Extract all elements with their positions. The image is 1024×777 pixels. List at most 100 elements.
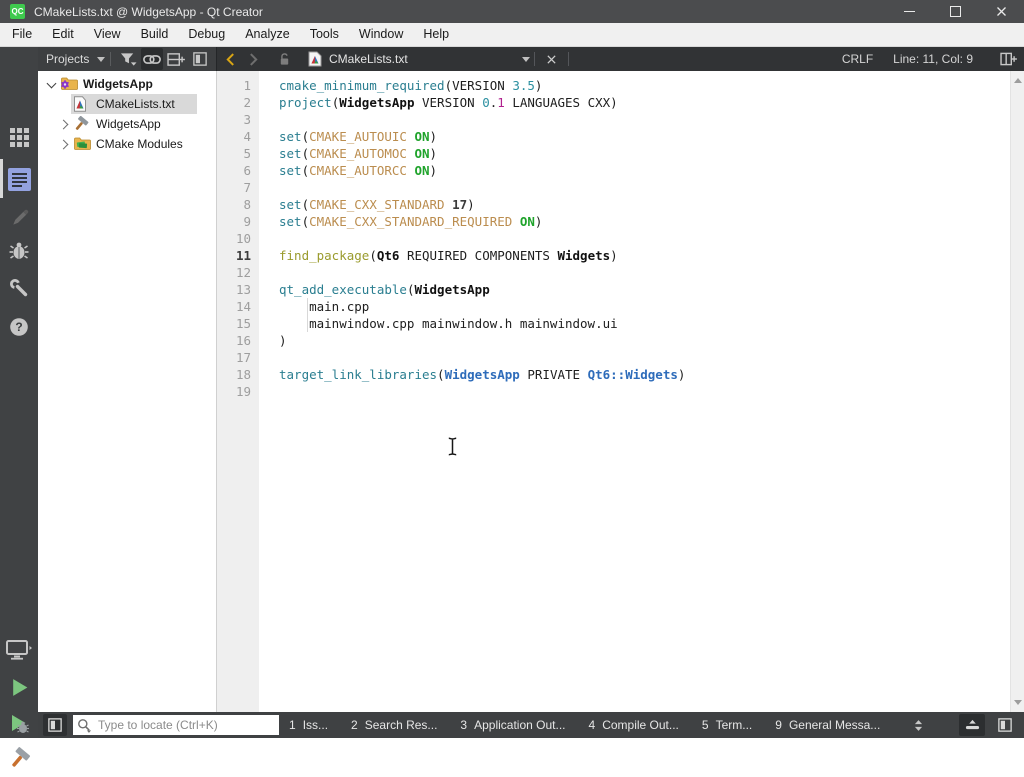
menu-item-build[interactable]: Build	[131, 23, 179, 46]
code-line[interactable]: mainwindow.cpp mainwindow.h mainwindow.u…	[279, 315, 1010, 332]
cursor-position-indicator[interactable]: Line: 11, Col: 9	[893, 52, 973, 66]
code-line[interactable]: set(CMAKE_AUTORCC ON)	[279, 162, 1010, 179]
tree-item-widgetsapp[interactable]: WidgetsApp	[38, 74, 216, 94]
code-line[interactable]: set(CMAKE_AUTOMOC ON)	[279, 145, 1010, 162]
app-grid-icon	[10, 128, 29, 147]
code-line[interactable]	[279, 230, 1010, 247]
forward-chevron-icon	[249, 53, 258, 66]
mode-welcome-button[interactable]	[0, 118, 38, 156]
mode-projects-button[interactable]	[0, 269, 38, 307]
maximize-button[interactable]	[932, 0, 978, 23]
code-line[interactable]: qt_add_executable(WidgetsApp	[279, 281, 1010, 298]
maximize-output-pane-button[interactable]	[959, 714, 985, 736]
link-with-editor-button[interactable]	[141, 48, 163, 70]
tree-item-label: CMakeLists.txt	[96, 97, 175, 111]
chevron-right-icon[interactable]	[58, 139, 68, 149]
line-number: 7	[217, 179, 259, 196]
debug-play-icon	[8, 713, 30, 735]
output-tab-number: 9	[775, 718, 782, 732]
code-line[interactable]: target_link_libraries(WidgetsApp PRIVATE…	[279, 366, 1010, 383]
edit-mode-icon	[8, 168, 31, 191]
minimize-button[interactable]	[886, 0, 932, 23]
locator-input[interactable]	[96, 717, 275, 733]
menu-item-edit[interactable]: Edit	[42, 23, 84, 46]
open-document-tab[interactable]: CMakeLists.txt	[308, 51, 530, 67]
build-button[interactable]	[0, 739, 38, 777]
output-tab-4[interactable]: 4Compile Out...	[589, 718, 679, 732]
menu-item-view[interactable]: View	[84, 23, 131, 46]
close-sidebar-button[interactable]	[189, 48, 211, 70]
output-tab-1[interactable]: 1Iss...	[289, 718, 328, 732]
scroll-up-arrow-icon[interactable]	[1014, 78, 1022, 83]
output-pane-tabs: 1Iss... 2Search Res... 3Application Out...…	[289, 718, 903, 732]
start-debugging-button[interactable]	[0, 705, 38, 743]
tree-item-widgetsapp[interactable]: WidgetsApp	[38, 114, 216, 134]
code-line[interactable]: set(CMAKE_CXX_STANDARD 17)	[279, 196, 1010, 213]
arrow-up-bar-icon	[965, 719, 980, 731]
menu-item-help[interactable]: Help	[413, 23, 459, 46]
kit-selector-button[interactable]	[0, 631, 38, 669]
code-line[interactable]: project(WidgetsApp VERSION 0.1 LANGUAGES…	[279, 94, 1010, 111]
svg-text:?: ?	[15, 320, 22, 334]
document-dropdown-icon[interactable]	[522, 57, 530, 62]
code-line[interactable]: cmake_minimum_required(VERSION 3.5)	[279, 77, 1010, 94]
code-line[interactable]: )	[279, 332, 1010, 349]
toggle-left-sidebar-button[interactable]	[43, 714, 67, 736]
locator	[73, 715, 279, 735]
mode-edit-button[interactable]	[0, 160, 38, 198]
code-line[interactable]	[279, 383, 1010, 400]
close-button[interactable]	[978, 0, 1024, 23]
line-number: 16	[217, 332, 259, 349]
toggle-right-sidebar-button[interactable]	[992, 714, 1018, 736]
scroll-down-arrow-icon[interactable]	[1014, 700, 1022, 705]
mode-debug-button[interactable]	[0, 232, 38, 270]
menu-item-window[interactable]: Window	[349, 23, 413, 46]
mode-help-button[interactable]: ?	[0, 308, 38, 346]
code-line[interactable]: set(CMAKE_CXX_STANDARD_REQUIRED ON)	[279, 213, 1010, 230]
cmake-file-icon	[73, 96, 91, 112]
close-document-button[interactable]	[539, 47, 564, 71]
code-line[interactable]	[279, 179, 1010, 196]
chevron-down-icon[interactable]	[46, 78, 56, 88]
code-area[interactable]: cmake_minimum_required(VERSION 3.5)proje…	[259, 71, 1010, 712]
split-panel-button[interactable]	[165, 48, 187, 70]
projects-wrench-icon	[9, 278, 29, 298]
menu-item-tools[interactable]: Tools	[300, 23, 349, 46]
tree-item-cmakelists-txt[interactable]: CMakeLists.txt	[38, 94, 216, 114]
output-tab-label: General Messa...	[789, 718, 880, 732]
output-tab-3[interactable]: 3Application Out...	[460, 718, 565, 732]
code-line[interactable]: main.cpp	[279, 298, 1010, 315]
code-line[interactable]: find_package(Qt6 REQUIRED COMPONENTS Wid…	[279, 247, 1010, 264]
code-line[interactable]	[279, 349, 1010, 366]
line-number: 2	[217, 94, 259, 111]
projects-panel: Projects	[38, 47, 216, 712]
output-tab-9[interactable]: 9 General Messa...	[775, 718, 880, 732]
menu-item-file[interactable]: File	[2, 23, 42, 46]
filter-tree-button[interactable]	[117, 48, 139, 70]
build-target-icon	[73, 116, 91, 132]
title-bar: QC CMakeLists.txt @ WidgetsApp - Qt Crea…	[0, 0, 1024, 23]
split-editor-button[interactable]	[993, 52, 1024, 66]
output-tab-2[interactable]: 2Search Res...	[351, 718, 437, 732]
run-button[interactable]	[0, 668, 38, 706]
tree-item-label: WidgetsApp	[96, 117, 161, 131]
line-number: 18	[217, 366, 259, 383]
code-line[interactable]	[279, 264, 1010, 281]
filter-icon	[120, 52, 137, 67]
editor-scrollbar[interactable]	[1010, 71, 1024, 712]
chevron-right-icon[interactable]	[58, 119, 68, 129]
go-forward-button[interactable]	[242, 47, 265, 71]
projects-panel-header: Projects	[38, 47, 216, 71]
menu-item-debug[interactable]: Debug	[178, 23, 235, 46]
code-line[interactable]	[279, 111, 1010, 128]
tree-item-cmake-modules[interactable]: CMake Modules	[38, 134, 216, 154]
output-panes-menu-button[interactable]	[905, 714, 931, 736]
menu-item-analyze[interactable]: Analyze	[235, 23, 299, 46]
code-line[interactable]: set(CMAKE_AUTOUIC ON)	[279, 128, 1010, 145]
cmake-file-icon	[308, 51, 322, 67]
file-lock-button[interactable]	[271, 47, 298, 71]
panel-selector-dropdown[interactable]: Projects	[46, 52, 105, 66]
go-back-button[interactable]	[219, 47, 242, 71]
output-tab-5[interactable]: 5Term...	[702, 718, 752, 732]
line-ending-selector[interactable]: CRLF	[842, 52, 873, 66]
